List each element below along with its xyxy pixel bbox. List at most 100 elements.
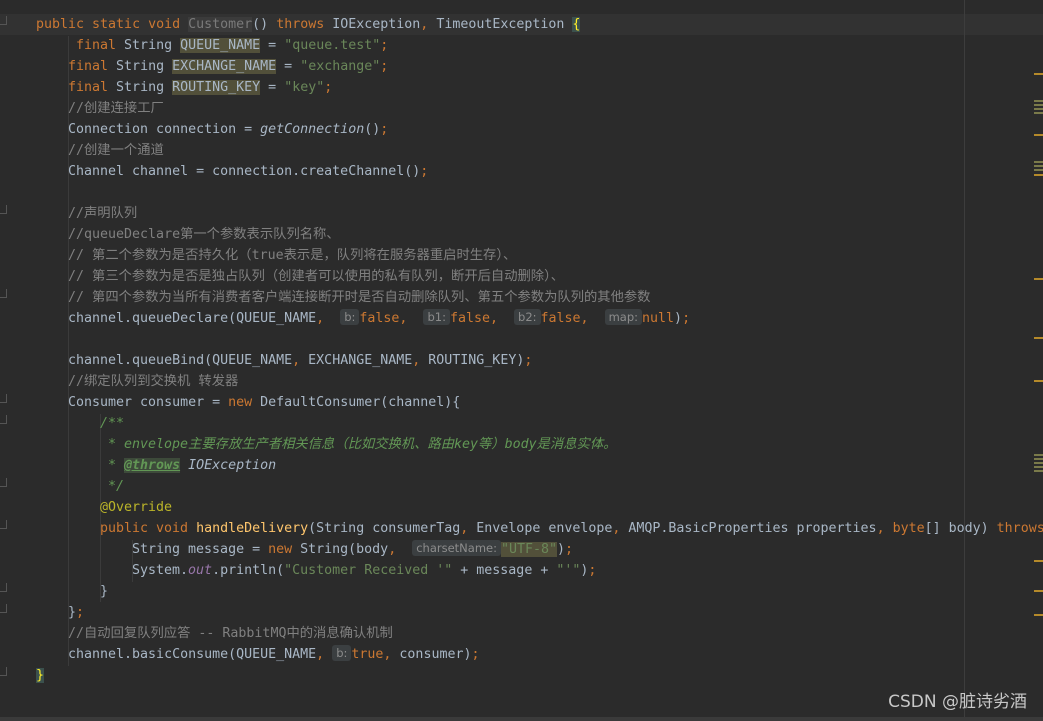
- code-line[interactable]: * @throws IOException: [100, 455, 276, 476]
- fold-marker-icon[interactable]: [0, 289, 7, 298]
- code-token: =: [276, 59, 301, 74]
- code-token: public static void: [36, 17, 189, 32]
- code-token: .println(: [212, 563, 285, 578]
- code-token: "UTF-8": [500, 542, 558, 557]
- code-line[interactable]: public static void Customer() throws IOE…: [36, 14, 581, 35]
- stripe-mark[interactable]: [1034, 614, 1043, 616]
- code-token: AMQP.BasicProperties properties: [628, 521, 877, 536]
- stripe-mark[interactable]: [1034, 462, 1043, 464]
- code-token: ,: [876, 521, 893, 536]
- code-token: @Override: [100, 500, 173, 515]
- code-token: }: [100, 584, 109, 599]
- code-token: *: [100, 458, 125, 473]
- code-line[interactable]: //声明队列: [68, 203, 137, 224]
- stripe-mark[interactable]: [1034, 134, 1043, 136]
- code-token: ;: [682, 311, 691, 326]
- stripe-mark[interactable]: [1034, 278, 1043, 280]
- fold-marker-icon[interactable]: [0, 478, 7, 487]
- stripe-mark[interactable]: [1034, 169, 1043, 171]
- stripe-mark[interactable]: [1034, 380, 1043, 382]
- code-line[interactable]: channel.basicConsume(QUEUE_NAME, b: true,…: [68, 644, 480, 665]
- fold-marker-icon[interactable]: [0, 520, 7, 529]
- code-line[interactable]: */: [100, 476, 124, 497]
- stripe-mark[interactable]: [1034, 73, 1043, 75]
- code-line[interactable]: //创建连接工厂: [68, 98, 164, 119]
- code-token: false: [359, 311, 400, 326]
- code-line[interactable]: //绑定队列到交换机 转发器: [68, 371, 238, 392]
- code-line[interactable]: /**: [100, 413, 124, 434]
- code-token: ;: [420, 164, 429, 179]
- code-line[interactable]: public void handleDelivery(String consum…: [100, 518, 1043, 539]
- code-token: ,: [316, 311, 341, 326]
- code-token: String(body: [300, 542, 389, 557]
- code-line[interactable]: //创建一个通道: [68, 140, 164, 161]
- code-line[interactable]: final String ROUTING_KEY = "key";: [68, 77, 332, 98]
- code-token: ,: [292, 353, 309, 368]
- stripe-mark[interactable]: [1034, 454, 1043, 456]
- code-token: * envelope主要存放生产者相关信息（比如交换机、路由key等）body是…: [100, 437, 617, 452]
- code-line[interactable]: // 第二个参数为是否持久化（true表示是，队列将在服务器重启时生存）、: [68, 245, 516, 266]
- fold-marker-icon[interactable]: [0, 394, 7, 403]
- stripe-mark[interactable]: [1034, 560, 1043, 562]
- code-line[interactable]: Consumer consumer = new DefaultConsumer(…: [68, 392, 460, 413]
- code-line[interactable]: Connection connection = getConnection();: [68, 119, 388, 140]
- stripe-mark[interactable]: [1034, 112, 1043, 114]
- code-line[interactable]: //queueDeclare第一个参数表示队列名称、: [68, 224, 340, 245]
- stripe-mark[interactable]: [1034, 165, 1043, 167]
- code-line[interactable]: };: [68, 602, 84, 623]
- fold-marker-icon[interactable]: [0, 667, 7, 676]
- horizontal-scrollbar[interactable]: [0, 717, 1043, 721]
- stripe-mark[interactable]: [1034, 161, 1043, 163]
- code-line[interactable]: channel.queueDeclare(QUEUE_NAME, b: false…: [68, 308, 690, 329]
- stripe-mark[interactable]: [1034, 458, 1043, 460]
- code-token: ,: [612, 521, 629, 536]
- code-token: //创建连接工厂: [68, 101, 164, 116]
- fold-marker-icon[interactable]: [0, 415, 7, 424]
- code-token: (): [252, 17, 277, 32]
- code-token: final: [68, 59, 117, 74]
- fold-marker-icon[interactable]: [0, 604, 7, 613]
- stripe-mark[interactable]: [1034, 590, 1043, 592]
- fold-marker-icon[interactable]: [0, 16, 7, 25]
- code-token: =: [260, 80, 285, 95]
- code-token: channel.queueBind(QUEUE_NAME: [68, 353, 293, 368]
- fold-marker-icon[interactable]: [0, 583, 7, 592]
- code-line[interactable]: //自动回复队列应答 -- RabbitMQ中的消息确认机制: [68, 623, 393, 644]
- code-token: ): [674, 311, 683, 326]
- code-line[interactable]: channel.queueBind(QUEUE_NAME, EXCHANGE_N…: [68, 350, 532, 371]
- fold-marker-icon[interactable]: [0, 205, 7, 214]
- code-line[interactable]: final String EXCHANGE_NAME = "exchange";: [68, 56, 388, 77]
- code-token: throws: [996, 521, 1043, 536]
- code-line[interactable]: * envelope主要存放生产者相关信息（比如交换机、路由key等）body是…: [100, 434, 616, 455]
- stripe-mark[interactable]: [1034, 466, 1043, 468]
- code-line[interactable]: }: [36, 665, 45, 686]
- code-line[interactable]: Channel channel = connection.createChann…: [68, 161, 428, 182]
- code-token: //queueDeclare第一个参数表示队列名称、: [68, 227, 340, 242]
- code-token: ROUTING_KEY: [172, 80, 261, 95]
- code-token: {: [572, 17, 581, 32]
- parameter-hint: b2:: [514, 309, 541, 325]
- code-line[interactable]: // 第四个参数为当所有消费者客户端连接断开时是否自动删除队列、第五个参数为队列…: [68, 287, 650, 308]
- right-margin-guide: [964, 0, 965, 721]
- stripe-mark[interactable]: [1034, 337, 1043, 339]
- stripe-mark[interactable]: [1034, 100, 1043, 102]
- stripe-mark[interactable]: [1034, 470, 1043, 472]
- stripe-mark[interactable]: [1034, 104, 1043, 106]
- code-editor[interactable]: public static void Customer() throws IOE…: [0, 0, 1043, 721]
- code-line[interactable]: String message = new String(body, charse…: [132, 539, 573, 560]
- code-line[interactable]: System.out.println("Customer Received '"…: [132, 560, 596, 581]
- code-token: ROUTING_KEY): [428, 353, 525, 368]
- code-token: ;: [380, 38, 389, 53]
- stripe-mark[interactable]: [1034, 174, 1043, 176]
- code-line[interactable]: // 第三个参数为是否是独占队列（创建者可以使用的私有队列，断开后自动删除）、: [68, 266, 564, 287]
- code-token: /**: [100, 416, 125, 431]
- code-line[interactable]: @Override: [100, 497, 172, 518]
- stripe-mark[interactable]: [1034, 108, 1043, 110]
- code-token: new: [268, 542, 301, 557]
- code-token: channel.queueDeclare(QUEUE_NAME: [68, 311, 317, 326]
- code-line[interactable]: final String QUEUE_NAME = "queue.test";: [76, 35, 388, 56]
- code-token: }: [68, 605, 77, 620]
- code-line[interactable]: }: [100, 581, 108, 602]
- code-token: ,: [460, 521, 477, 536]
